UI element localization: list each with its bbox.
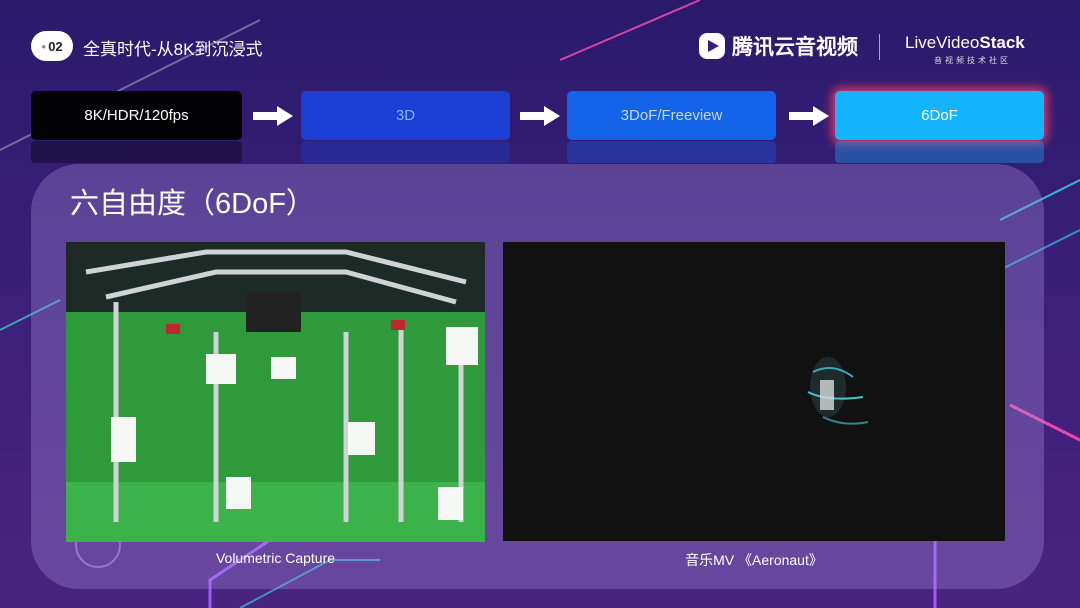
livevideostack-logo: LiveVideoStack 音视频技术社区	[905, 33, 1040, 66]
green-screen-studio-illustration	[66, 242, 485, 542]
slide-title: 全真时代-从8K到沉浸式	[83, 40, 263, 59]
step-reflection	[835, 141, 1044, 163]
hologram-figure-illustration	[503, 242, 1005, 541]
section-number: 02	[48, 38, 63, 54]
step-8k-hdr: 8K/HDR/120fps	[31, 91, 242, 140]
panel-title: 六自由度（6DoF）	[70, 188, 315, 220]
music-video-still	[503, 242, 1005, 541]
partner-logo-subtitle: 音视频技术社区	[934, 56, 1011, 65]
right-arrow-icon	[253, 106, 293, 126]
tencent-play-logo-icon	[699, 33, 725, 59]
left-caption: Volumetric Capture	[215, 550, 336, 566]
partner-logo-prefix: LiveVideo	[905, 33, 980, 52]
volumetric-capture-photo	[66, 242, 485, 542]
step-reflection	[301, 141, 510, 163]
tencent-cloud-brand: 腾讯云音视频	[698, 31, 858, 61]
partner-logo-suffix: Stack	[979, 33, 1025, 52]
step-3d: 3D	[301, 91, 510, 140]
step-3dof: 3DoF/Freeview	[567, 91, 776, 140]
brand-divider	[879, 34, 880, 60]
step-reflection	[567, 141, 776, 163]
brand-name: 腾讯云音视频	[732, 36, 858, 59]
bullet-icon: ●	[41, 41, 47, 51]
section-badge: ● 02	[31, 31, 73, 61]
step-6dof-active: 6DoF	[835, 91, 1044, 140]
right-arrow-icon	[789, 106, 829, 126]
right-arrow-icon	[520, 106, 560, 126]
step-reflection	[31, 141, 242, 163]
right-caption: 音乐MV 《Aeronaut》	[685, 552, 823, 568]
